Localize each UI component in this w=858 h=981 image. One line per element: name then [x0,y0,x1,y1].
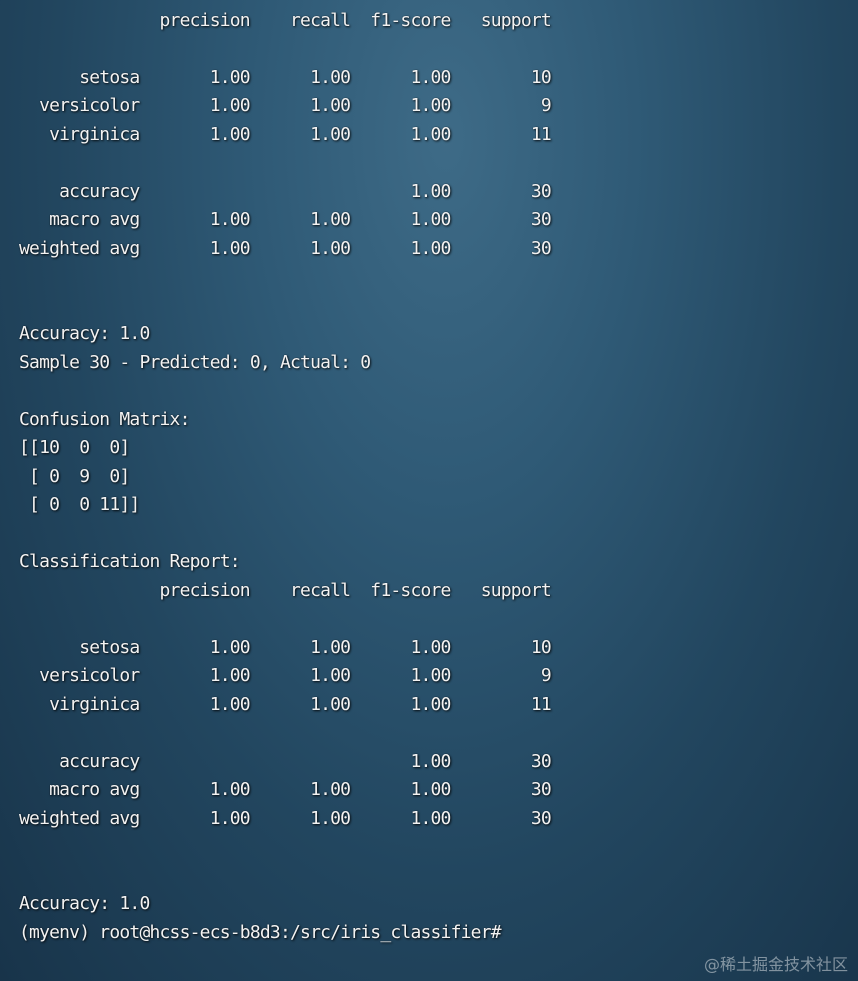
confusion-matrix-row: [[10 0 0] [19,437,130,458]
classification-report-title: Classification Report: [19,551,241,572]
confusion-matrix-title: Confusion Matrix: [19,409,190,430]
accuracy-line: Accuracy: 1.0 [19,323,150,344]
shell-prompt[interactable]: (myenv) root@hcss-ecs-b8d3:/src/iris_cla… [19,919,502,948]
report-header-line: precision recall f1-score support [19,10,552,31]
report-row-setosa: setosa 1.00 1.00 1.00 10 [19,67,552,88]
report-header-line: precision recall f1-score support [19,580,552,601]
report-row-accuracy: accuracy 1.00 30 [19,181,552,202]
confusion-matrix-row: [ 0 9 0] [19,466,130,487]
report-row-weighted-avg: weighted avg 1.00 1.00 1.00 30 [19,238,552,259]
report-row-versicolor: versicolor 1.00 1.00 1.00 9 [19,665,552,686]
report-row-macro-avg: macro avg 1.00 1.00 1.00 30 [19,209,552,230]
report-row-weighted-avg: weighted avg 1.00 1.00 1.00 30 [19,808,552,829]
report-row-virginica: virginica 1.00 1.00 1.00 11 [19,694,552,715]
report-row-versicolor: versicolor 1.00 1.00 1.00 9 [19,95,552,116]
report-row-virginica: virginica 1.00 1.00 1.00 11 [19,124,552,145]
watermark: @稀土掘金技术社区 [703,955,848,974]
accuracy-line: Accuracy: 1.0 [19,893,150,914]
sample-prediction-line: Sample 30 - Predicted: 0, Actual: 0 [19,352,371,373]
confusion-matrix-row: [ 0 0 11]] [19,494,140,515]
report-row-macro-avg: macro avg 1.00 1.00 1.00 30 [19,779,552,800]
terminal-output[interactable]: precision recall f1-score support setosa… [0,0,858,981]
report-row-setosa: setosa 1.00 1.00 1.00 10 [19,637,552,658]
report-row-accuracy: accuracy 1.00 30 [19,751,552,772]
